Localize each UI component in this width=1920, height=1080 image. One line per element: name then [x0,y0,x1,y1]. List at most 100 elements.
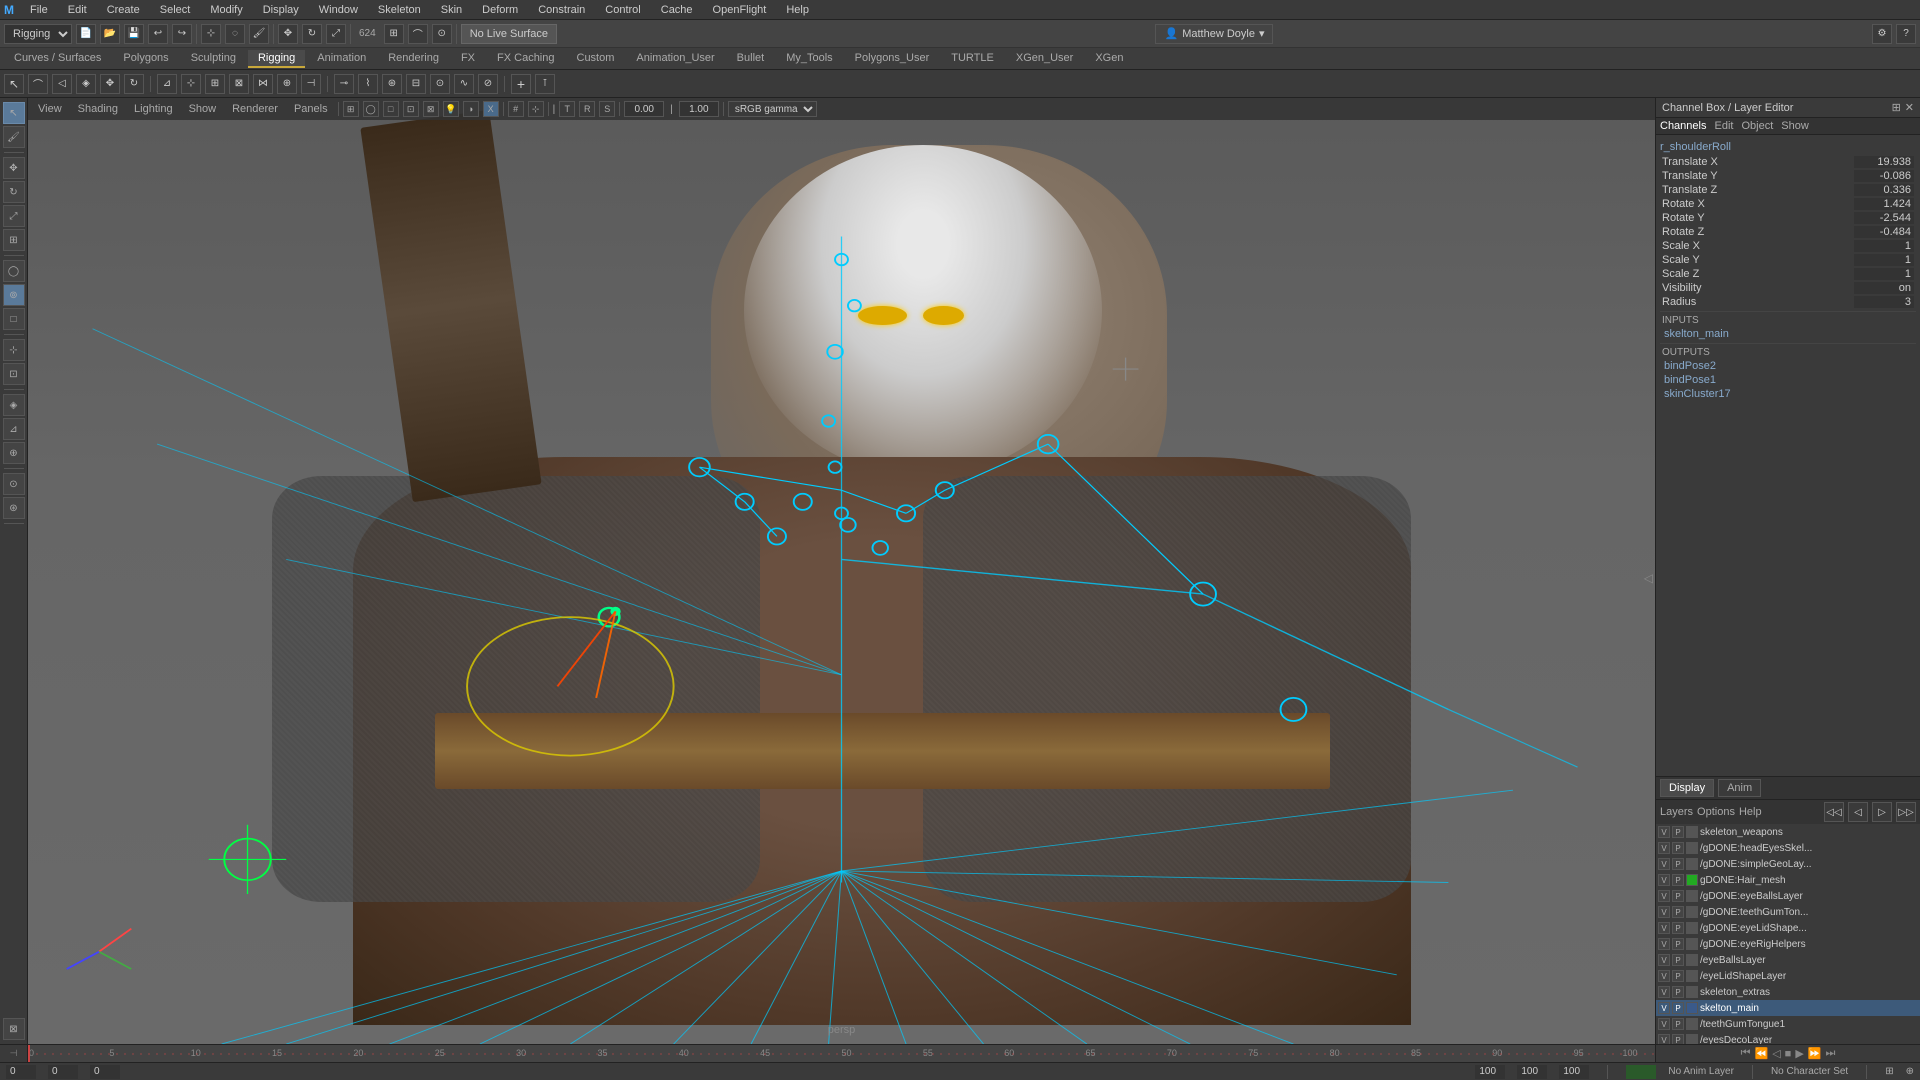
menu-cache[interactable]: Cache [657,4,697,16]
tab-fx-caching[interactable]: FX Caching [487,50,564,68]
output-bindpose2[interactable]: bindPose2 [1660,359,1916,373]
step-back-btn[interactable]: ⏪ [1753,1047,1771,1060]
output-skincluster17[interactable]: skinCluster17 [1660,387,1916,401]
vp-shading-menu[interactable]: Shading [72,103,124,115]
display-tab[interactable]: Display [1660,779,1714,797]
layer-eyelid[interactable]: V P /gDONE:eyeLidShape... [1656,920,1920,936]
menu-skin[interactable]: Skin [437,4,466,16]
layer-prev-btn[interactable]: ◁ [1848,802,1868,822]
menu-edit[interactable]: Edit [64,4,91,16]
vp-panels-menu[interactable]: Panels [288,103,334,115]
layer-skelton-main[interactable]: V P skelton_main [1656,1000,1920,1016]
layer-headeyesskel[interactable]: V P /gDONE:headEyesSkel... [1656,840,1920,856]
poly-edit-btn[interactable]: □ [3,308,25,330]
layer-eyerig[interactable]: V P /gDONE:eyeRigHelpers [1656,936,1920,952]
layer-next-btn[interactable]: ▷ [1872,802,1892,822]
tab-polygons-user[interactable]: Polygons_User [845,50,940,68]
tab-xgen[interactable]: XGen [1085,50,1133,68]
xray-btn[interactable]: X [483,101,499,117]
vp-lighting-menu[interactable]: Lighting [128,103,179,115]
layer-teethgum[interactable]: V P /gDONE:teethGumTon... [1656,904,1920,920]
soft-mod-btn[interactable]: ◯ [3,260,25,282]
lights-btn[interactable]: 💡 [443,101,459,117]
tab-bullet[interactable]: Bullet [727,50,775,68]
go-start-btn[interactable]: ⏮ [1739,1047,1753,1060]
skin-bind-btn[interactable]: ⊘ [478,74,498,94]
ipr-btn[interactable]: ⊛ [3,497,25,519]
menu-constrain[interactable]: Constrain [534,4,589,16]
render-btn[interactable]: ⊙ [3,473,25,495]
tab-sculpting[interactable]: Sculpting [181,50,246,68]
layers-options-label[interactable]: Options [1697,806,1735,818]
menu-file[interactable]: File [26,4,52,16]
shadows-btn[interactable]: ◑ [463,101,479,117]
color-space-select[interactable]: sRGB gamma [728,101,817,117]
settings-btn[interactable]: ⚙ [1872,24,1892,44]
layer-scroll-right-btn[interactable]: ▷▷ [1896,802,1916,822]
layer-hair-mesh[interactable]: V P gDONE:Hair_mesh [1656,872,1920,888]
open-scene-btn[interactable]: 📂 [100,24,120,44]
attr-rotate-x[interactable]: Rotate X 1.424 [1660,197,1916,211]
value-field-2[interactable] [679,101,719,117]
flat-btn[interactable]: □ [383,101,399,117]
tab-my-tools[interactable]: My_Tools [776,50,842,68]
attr-translate-z[interactable]: Translate Z 0.336 [1660,183,1916,197]
menu-modify[interactable]: Modify [206,4,246,16]
select-mode-btn[interactable]: ↖ [3,102,25,124]
attr-scale-y[interactable]: Scale Y 1 [1660,253,1916,267]
vp-view-menu[interactable]: View [32,103,68,115]
ik-spline-btn[interactable]: ⌇ [358,74,378,94]
region-select-btn[interactable]: ⊡ [3,363,25,385]
camera-btn[interactable]: ⊠ [3,1018,25,1040]
arrow-select-btn[interactable]: ↖ [4,74,24,94]
vp-renderer-menu[interactable]: Renderer [226,103,284,115]
tab-custom[interactable]: Custom [567,50,625,68]
go-end-btn[interactable]: ⏭ [1824,1047,1838,1060]
tab-animation[interactable]: Animation [307,50,376,68]
frame-end-range-field[interactable]: 100 [1475,1065,1505,1079]
user-info[interactable]: 👤 Matthew Doyle ▾ [1155,24,1273,44]
tab-polygons[interactable]: Polygons [113,50,178,68]
rp-edit-tab[interactable]: Edit [1714,120,1733,132]
menu-skeleton[interactable]: Skeleton [374,4,425,16]
layers-label[interactable]: Layers [1660,806,1693,818]
attr-rotate-y[interactable]: Rotate Y -2.544 [1660,211,1916,225]
step-fwd-btn[interactable]: ⏩ [1806,1047,1824,1060]
frame-current-field[interactable]: 0 [48,1065,78,1079]
rp-object-tab[interactable]: Object [1741,120,1773,132]
rotate-tool-btn[interactable]: ↻ [3,181,25,203]
rotate-manip-btn[interactable]: ↻ [124,74,144,94]
tab-rendering[interactable]: Rendering [378,50,449,68]
menu-help[interactable]: Help [782,4,813,16]
rp-close-btn[interactable]: ✕ [1905,101,1914,114]
grid-btn[interactable]: # [508,101,524,117]
rotate-btn[interactable]: ↻ [302,24,322,44]
annotation-btn[interactable]: ⊕ [3,442,25,464]
viewport[interactable]: View Shading Lighting Show Renderer Pane… [28,98,1655,1044]
play-fwd-btn[interactable]: ▶ [1793,1047,1805,1060]
snap-grid-btn[interactable]: ⊞ [384,24,404,44]
menu-control[interactable]: Control [601,4,644,16]
paint-btn[interactable]: 🖌 [249,24,269,44]
attr-scale-z[interactable]: Scale Z 1 [1660,267,1916,281]
new-scene-btn[interactable]: 📄 [76,24,96,44]
plus-btn[interactable]: + [511,74,531,94]
joint-tool-btn[interactable]: ⊿ [157,74,177,94]
vp-show-menu[interactable]: Show [183,103,223,115]
rp-maximize-btn[interactable]: ⊞ [1892,101,1901,114]
universal-manip-btn[interactable]: ⊞ [3,229,25,251]
attr-radius[interactable]: Radius 3 [1660,295,1916,309]
insert-joint-btn[interactable]: ⊹ [181,74,201,94]
mode-select[interactable]: Rigging [4,24,72,44]
rotate-vis-btn[interactable]: R [579,101,595,117]
move-manip-btn[interactable]: ✥ [100,74,120,94]
reroot-btn[interactable]: ⊞ [205,74,225,94]
mirror-joint-btn[interactable]: ⊣ [301,74,321,94]
scale-vis-btn[interactable]: S [599,101,615,117]
bounding-box-btn[interactable]: ⊡ [403,101,419,117]
timeline-ruler[interactable]: 0 5 10 15 20 25 30 35 40 45 50 55 60 65 … [28,1045,1655,1063]
layers-help-label[interactable]: Help [1739,806,1762,818]
stop-btn[interactable]: ■ [1783,1048,1794,1060]
save-scene-btn[interactable]: 💾 [124,24,144,44]
layer-simplegeo[interactable]: V P /gDONE:simpleGeoLay... [1656,856,1920,872]
